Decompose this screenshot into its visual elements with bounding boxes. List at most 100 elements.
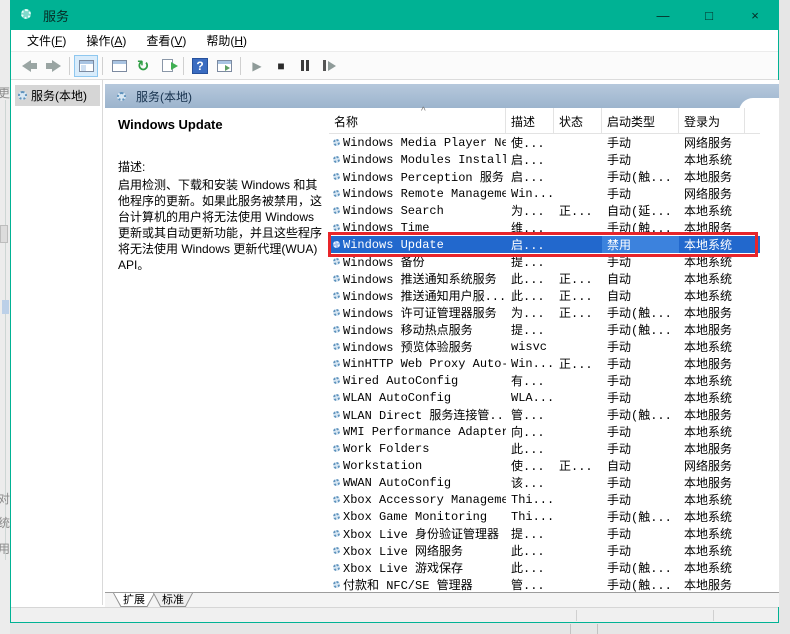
service-row[interactable]: Windows 备份 提... 手动 本地系统 xyxy=(329,253,760,270)
menu-file[interactable]: 文件(F) xyxy=(17,30,76,51)
tree-item-services-local[interactable]: 服务(本地) xyxy=(15,85,100,106)
cell-desc: 提... xyxy=(511,324,545,338)
window-title: 服务 xyxy=(43,8,70,24)
service-rows: Windows Media Player Ne...使...手动网络服务Wind… xyxy=(329,134,760,592)
menu-action[interactable]: 操作(A) xyxy=(76,30,136,51)
cell-desc: 管... xyxy=(511,579,545,592)
cell-logon: 网络服务 xyxy=(684,137,733,151)
column-header-status[interactable]: 状态 xyxy=(554,108,602,134)
service-row[interactable]: WinHTTP Web Proxy Auto-... Win... 正... 手动 本地… xyxy=(329,355,760,372)
service-row[interactable]: Xbox Live 游戏保存 此... 手动(触... 本地系统 xyxy=(329,559,760,576)
service-gear-icon xyxy=(329,190,343,197)
export-list-button[interactable] xyxy=(155,55,179,77)
service-row[interactable]: WLAN AutoConfig WLA... 手动 本地系统 xyxy=(329,389,760,406)
service-row[interactable]: Windows 预览体验服务 wisvc 手动 本地系统 xyxy=(329,338,760,355)
cell-logon: 本地服务 xyxy=(684,358,733,372)
show-action-pane-button[interactable] xyxy=(212,55,236,77)
service-row[interactable]: Work Folders 此... 手动 本地服务 xyxy=(329,440,760,457)
cell-startup: 手动 xyxy=(607,256,632,270)
minimize-button[interactable]: — xyxy=(640,0,686,30)
menu-help[interactable]: 帮助(H) xyxy=(196,30,257,51)
menu-view[interactable]: 查看(V) xyxy=(136,30,196,51)
column-header-startup[interactable]: 启动类型 xyxy=(602,108,679,134)
background-artifact xyxy=(0,225,8,243)
cell-logon: 本地系统 xyxy=(684,341,733,355)
service-row[interactable]: WMI Performance Adapter 向... 手动 本地系统 xyxy=(329,423,760,440)
cell-name: WinHTTP Web Proxy Auto-... xyxy=(343,356,506,371)
service-row[interactable]: Windows Remote Manageme... Win... 手动 网络服务 xyxy=(329,185,760,202)
background-char: 用 xyxy=(0,542,10,556)
help-button[interactable]: ? xyxy=(188,55,212,77)
cell-logon: 本地系统 xyxy=(684,205,733,219)
service-row[interactable]: Windows 许可证管理器服务 为... 正... 手动(触... 本地服务 xyxy=(329,304,760,321)
stop-service-button[interactable]: ■ xyxy=(269,55,293,77)
service-row[interactable]: Windows Media Player Ne... 使... 手动 网络服务 xyxy=(329,134,760,151)
services-icon xyxy=(117,91,126,101)
refresh-button[interactable]: ↻ xyxy=(131,55,155,77)
column-header-name[interactable]: 名称 xyxy=(329,108,506,134)
service-row[interactable]: Xbox Accessory Manageme... Thi... 手动 本地系统 xyxy=(329,491,760,508)
service-row[interactable]: WLAN Direct 服务连接管... 管... 手动(触... 本地服务 xyxy=(329,406,760,423)
back-arrow-icon xyxy=(30,62,37,69)
service-row[interactable]: Windows Modules Installer 启... 手动 本地系统 xyxy=(329,151,760,168)
restart-service-button[interactable] xyxy=(317,55,341,77)
close-button[interactable]: × xyxy=(732,0,778,30)
column-header-logon[interactable]: 登录为 xyxy=(679,108,745,134)
back-button[interactable] xyxy=(17,55,41,77)
start-service-button[interactable]: ▶ xyxy=(245,55,269,77)
pause-service-button[interactable] xyxy=(293,55,317,77)
cell-desc: 提... xyxy=(511,256,545,270)
cell-startup: 手动 xyxy=(607,358,632,372)
tab-standard[interactable]: 标准 xyxy=(153,593,193,607)
forward-button[interactable] xyxy=(41,55,65,77)
background-artifact xyxy=(2,300,9,314)
service-row[interactable]: Windows 推送通知系统服务 此... 正... 自动 本地系统 xyxy=(329,270,760,287)
service-row[interactable]: Xbox Game Monitoring Thi... 手动(触... 本地系统 xyxy=(329,508,760,525)
service-row[interactable]: Windows Perception 服务 启... 手动(触... 本地服务 xyxy=(329,168,760,185)
cell-desc: wisvc xyxy=(511,339,548,354)
service-row[interactable]: Windows 推送通知用户服... 此... 正... 自动 本地系统 xyxy=(329,287,760,304)
cell-name: Windows 许可证管理器服务 xyxy=(343,307,497,321)
title-bar[interactable]: 服务 — □ × xyxy=(11,0,778,30)
service-row[interactable]: Wired AutoConfig 有... 手动 本地系统 xyxy=(329,372,760,389)
service-gear-icon xyxy=(329,139,343,146)
service-row[interactable]: Xbox Live 身份验证管理器 提... 手动 本地系统 xyxy=(329,525,760,542)
service-row[interactable]: Windows 移动热点服务 提... 手动(触... 本地服务 xyxy=(329,321,760,338)
cell-logon: 本地服务 xyxy=(684,409,733,423)
console-tree-icon xyxy=(78,59,94,72)
cell-desc: 此... xyxy=(511,545,545,559)
properties-button[interactable] xyxy=(107,55,131,77)
cell-logon: 本地服务 xyxy=(684,579,733,592)
service-row[interactable]: Windows Time 维... 手动(触... 本地服务 xyxy=(329,219,760,236)
service-row[interactable]: Windows Update 启... 禁用 本地系统 xyxy=(329,236,760,253)
cell-startup: 手动 xyxy=(607,477,632,491)
cell-logon: 本地系统 xyxy=(684,562,733,576)
service-gear-icon xyxy=(329,292,343,299)
cell-desc: 使... xyxy=(511,137,545,151)
background-window-strip: 更 对 统 用 xyxy=(0,0,10,634)
cell-logon: 本地系统 xyxy=(684,273,733,287)
cell-desc: 启... xyxy=(511,154,545,168)
background-char: 统 xyxy=(0,516,10,530)
service-row[interactable]: 付款和 NFC/SE 管理器 管... 手动(触... 本地服务 xyxy=(329,576,760,592)
cell-logon: 本地服务 xyxy=(684,324,733,338)
tab-extended[interactable]: 扩展 xyxy=(113,593,155,607)
service-row[interactable]: Windows Search 为... 正... 自动(延... 本地系统 xyxy=(329,202,760,219)
cell-logon: 本地系统 xyxy=(684,511,733,525)
cell-startup: 手动 xyxy=(607,528,632,542)
service-row[interactable]: Workstation 使... 正... 自动 网络服务 xyxy=(329,457,760,474)
maximize-button[interactable]: □ xyxy=(686,0,732,30)
show-console-tree-button[interactable] xyxy=(74,54,98,77)
column-header-desc[interactable]: 描述 xyxy=(506,108,554,134)
cell-name: Xbox Live 身份验证管理器 xyxy=(343,528,500,542)
cell-desc: 提... xyxy=(511,528,545,542)
description-text: 启用检测、下载和安装 Windows 和其他程序的更新。如果此服务被禁用，这台计… xyxy=(118,178,323,272)
service-gear-icon xyxy=(329,496,343,503)
cell-startup: 手动 xyxy=(607,137,632,151)
cell-logon: 本地服务 xyxy=(684,222,733,236)
service-row[interactable]: WWAN AutoConfig 该... 手动 本地服务 xyxy=(329,474,760,491)
cell-logon: 本地系统 xyxy=(684,375,733,389)
back-arrow-icon xyxy=(21,59,31,72)
service-row[interactable]: Xbox Live 网络服务 此... 手动 本地系统 xyxy=(329,542,760,559)
service-gear-icon xyxy=(329,173,343,180)
